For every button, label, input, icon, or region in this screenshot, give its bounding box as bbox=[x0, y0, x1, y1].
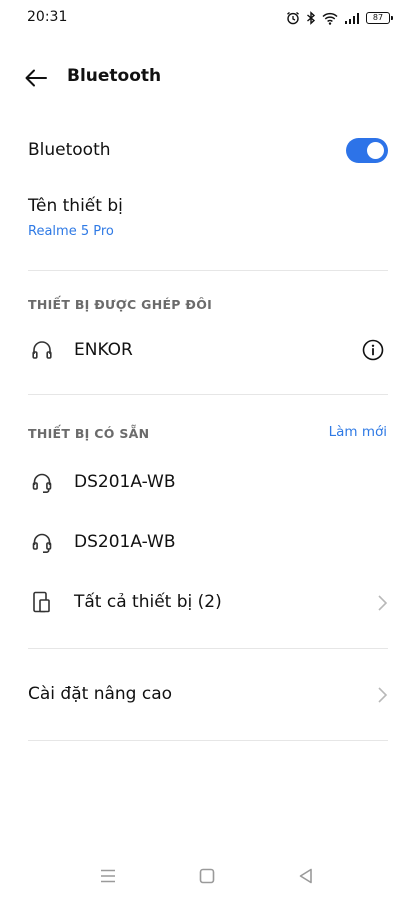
headset-icon bbox=[32, 533, 52, 553]
available-section-header: THIẾT BỊ CÓ SẴN bbox=[28, 426, 150, 441]
menu-icon[interactable] bbox=[96, 864, 120, 888]
paired-device-row[interactable]: ENKOR bbox=[0, 328, 415, 372]
device-name-row[interactable]: Tên thiết bị Realme 5 Pro bbox=[0, 188, 415, 248]
advanced-settings-row[interactable]: Cài đặt nâng cao bbox=[0, 672, 415, 718]
chevron-right-icon bbox=[378, 595, 388, 611]
switch-knob bbox=[367, 142, 384, 159]
refresh-link[interactable]: Làm mới bbox=[329, 424, 387, 440]
headset-icon bbox=[32, 473, 52, 493]
device-name-value: Realme 5 Pro bbox=[28, 224, 114, 239]
paired-device-name: ENKOR bbox=[74, 340, 133, 360]
back-triangle-icon[interactable] bbox=[294, 864, 318, 888]
alarm-icon bbox=[286, 11, 300, 25]
available-device-name: DS201A-WB bbox=[74, 472, 176, 492]
divider bbox=[28, 740, 388, 741]
status-bar: 20:31 87 bbox=[0, 0, 415, 36]
all-devices-label: Tất cả thiết bị (2) bbox=[74, 592, 222, 612]
page-title: Bluetooth bbox=[67, 66, 162, 86]
device-name-label: Tên thiết bị bbox=[28, 196, 123, 216]
divider bbox=[28, 394, 388, 395]
battery-icon: 87 bbox=[366, 12, 393, 24]
bluetooth-icon bbox=[306, 11, 316, 25]
paired-section-header: THIẾT BỊ ĐƯỢC GHÉP ĐÔI bbox=[28, 297, 213, 312]
signal-icon bbox=[344, 12, 360, 25]
back-arrow-icon bbox=[25, 69, 47, 87]
headphones-icon bbox=[32, 341, 52, 359]
available-device-row[interactable]: DS201A-WB bbox=[0, 460, 415, 506]
divider bbox=[28, 648, 388, 649]
system-nav-bar bbox=[0, 856, 415, 896]
bluetooth-switch[interactable] bbox=[346, 138, 388, 163]
available-device-row[interactable]: DS201A-WB bbox=[0, 520, 415, 566]
divider bbox=[28, 270, 388, 271]
status-icons: 87 bbox=[286, 9, 393, 27]
app-header: Bluetooth bbox=[0, 56, 415, 100]
back-button[interactable] bbox=[20, 64, 52, 92]
device-info-button[interactable] bbox=[362, 339, 384, 361]
home-icon[interactable] bbox=[195, 864, 219, 888]
advanced-settings-label: Cài đặt nâng cao bbox=[28, 684, 173, 704]
bluetooth-toggle-label: Bluetooth bbox=[28, 140, 111, 160]
wifi-icon bbox=[322, 12, 338, 25]
available-device-name: DS201A-WB bbox=[74, 532, 176, 552]
chevron-right-icon bbox=[378, 687, 388, 703]
status-time: 20:31 bbox=[27, 9, 68, 25]
devices-icon bbox=[33, 591, 50, 613]
all-devices-row[interactable]: Tất cả thiết bị (2) bbox=[0, 580, 415, 626]
